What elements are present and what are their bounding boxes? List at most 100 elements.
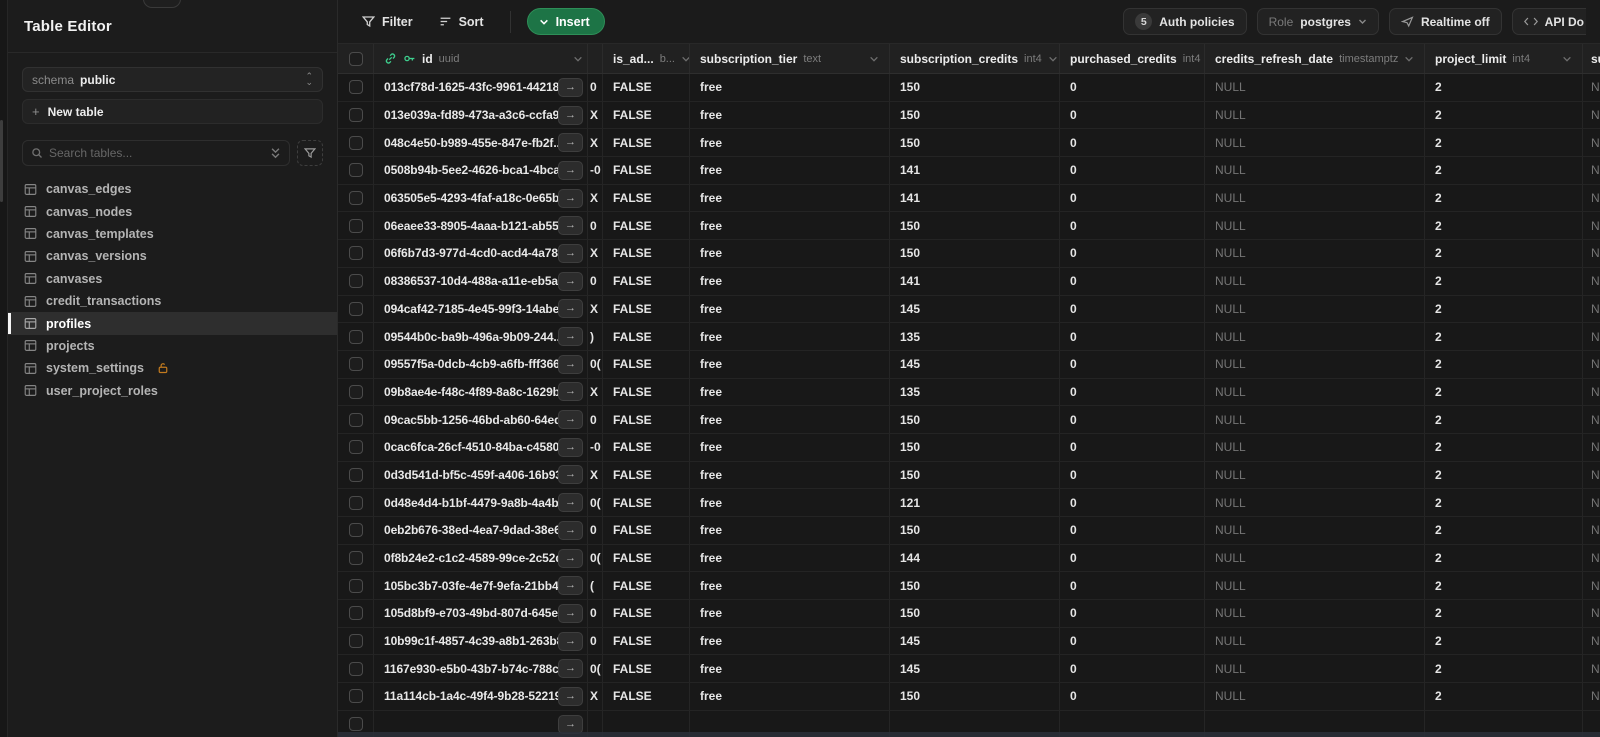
is-admin-cell[interactable]: FALSE [603, 129, 690, 157]
purchased-credits-cell[interactable]: 0 [1060, 184, 1205, 212]
clipped-cell[interactable]: X [588, 378, 603, 406]
expand-row-button[interactable]: → [558, 493, 583, 513]
select-all-checkbox[interactable] [348, 51, 363, 66]
is-admin-cell[interactable]: FALSE [603, 295, 690, 323]
purchased-credits-cell[interactable]: 0 [1060, 129, 1205, 157]
clipped-right-cell[interactable]: NU [1583, 296, 1600, 323]
clipped-right-cell[interactable]: NU [1583, 212, 1600, 239]
chevron-down-icon[interactable] [573, 54, 583, 64]
is-admin-cell[interactable]: FALSE [603, 240, 690, 267]
subscription-tier-cell[interactable]: free [690, 433, 890, 461]
clipped-cell[interactable]: 0 [588, 212, 603, 240]
expand-row-button[interactable]: → [558, 77, 583, 97]
subscription-tier-cell[interactable]: free [690, 74, 890, 101]
clipped-right-cell[interactable]: NU [1583, 157, 1600, 184]
purchased-credits-cell[interactable]: 0 [1060, 378, 1205, 406]
credits-refresh-date-cell[interactable]: NULL [1205, 323, 1425, 350]
subscription-tier-cell[interactable]: free [690, 129, 890, 157]
subscription-credits-cell[interactable]: 121 [890, 489, 1060, 516]
subscription-tier-cell[interactable]: free [690, 295, 890, 323]
credits-refresh-date-cell[interactable]: NULL [1205, 655, 1425, 683]
project-limit-cell[interactable]: 2 [1425, 350, 1583, 378]
project-limit-cell[interactable]: 2 [1425, 323, 1583, 350]
is-admin-cell[interactable]: FALSE [603, 378, 690, 406]
row-checkbox[interactable] [348, 329, 363, 344]
project-limit-cell[interactable]: 2 [1425, 544, 1583, 572]
project-limit-cell[interactable]: 2 [1425, 655, 1583, 683]
sidebar-table-item[interactable]: credit_transactions [8, 290, 337, 312]
credits-refresh-date-cell[interactable]: NULL [1205, 600, 1425, 627]
credits-refresh-date-cell[interactable]: NULL [1205, 184, 1425, 212]
subscription-credits-cell[interactable]: 150 [890, 129, 1060, 157]
is-admin-cell[interactable]: FALSE [603, 572, 690, 600]
subscription-credits-cell[interactable]: 150 [890, 74, 1060, 101]
row-checkbox[interactable] [348, 578, 363, 593]
row-checkbox[interactable] [348, 384, 363, 399]
row-checkbox[interactable] [348, 412, 363, 427]
expand-row-button[interactable]: → [558, 299, 583, 319]
expand-row-button[interactable]: → [558, 354, 583, 374]
clipped-cell[interactable]: 0 [588, 406, 603, 433]
subscription-tier-cell[interactable]: free [690, 350, 890, 378]
credits-refresh-date-cell[interactable]: NULL [1205, 683, 1425, 710]
id-cell[interactable]: 0cac6fca-26cf-4510-84ba-c4580... → [374, 433, 588, 461]
id-cell[interactable]: 08386537-10d4-488a-a11e-eb5a6... → [374, 267, 588, 295]
credits-refresh-date-cell[interactable]: NULL [1205, 267, 1425, 295]
column-header-subscription-tier[interactable]: subscription_tier text [690, 44, 890, 73]
column-header-project-limit[interactable]: project_limit int4 [1425, 44, 1583, 73]
is-admin-cell[interactable]: FALSE [603, 74, 690, 101]
project-limit-cell[interactable]: 2 [1425, 267, 1583, 295]
id-cell[interactable]: 10b99c1f-4857-4c39-a8b1-263b8... → [374, 627, 588, 655]
column-header-id[interactable]: id uuid [374, 44, 588, 73]
subscription-credits-cell[interactable]: 135 [890, 378, 1060, 406]
subscription-credits-cell[interactable]: 141 [890, 157, 1060, 184]
purchased-credits-cell[interactable]: 0 [1060, 461, 1205, 489]
id-cell[interactable]: 105bc3b7-03fe-4e7f-9efa-21bb40... → [374, 572, 588, 600]
subscription-credits-cell[interactable]: 150 [890, 433, 1060, 461]
expand-row-button[interactable]: → [558, 686, 583, 706]
project-limit-cell[interactable]: 2 [1425, 101, 1583, 129]
column-header-clipped-right[interactable]: su [1583, 44, 1600, 73]
row-checkbox[interactable] [348, 523, 363, 538]
purchased-credits-cell[interactable]: 0 [1060, 433, 1205, 461]
purchased-credits-cell[interactable]: 0 [1060, 655, 1205, 683]
expand-row-button[interactable]: → [558, 133, 583, 153]
auth-policies-button[interactable]: 5 Auth policies [1123, 8, 1247, 35]
project-limit-cell[interactable]: 2 [1425, 572, 1583, 600]
is-admin-cell[interactable]: FALSE [603, 600, 690, 627]
expand-row-button[interactable]: → [558, 603, 583, 623]
id-cell[interactable]: 0d48e4d4-b1bf-4479-9a8b-4a4b... → [374, 489, 588, 516]
project-limit-cell[interactable]: 2 [1425, 295, 1583, 323]
clipped-cell[interactable]: X [588, 295, 603, 323]
row-checkbox[interactable] [348, 218, 363, 233]
id-cell[interactable]: 0508b94b-5ee2-4626-bca1-4bca... → [374, 157, 588, 184]
row-checkbox[interactable] [348, 606, 363, 621]
is-admin-cell[interactable]: FALSE [603, 627, 690, 655]
project-limit-cell[interactable]: 2 [1425, 74, 1583, 101]
clipped-right-cell[interactable]: NU [1583, 655, 1600, 682]
row-checkbox[interactable] [348, 135, 363, 150]
credits-refresh-date-cell[interactable]: NULL [1205, 157, 1425, 184]
subscription-credits-cell[interactable]: 141 [890, 267, 1060, 295]
column-header-subscription-credits[interactable]: subscription_credits int4 [890, 44, 1060, 73]
id-cell[interactable]: 105d8bf9-e703-49bd-807d-645e... → [374, 600, 588, 627]
id-cell[interactable]: 11a114cb-1a4c-49f4-9b28-52219ec... → [374, 683, 588, 710]
row-checkbox[interactable] [348, 717, 363, 732]
project-limit-cell[interactable]: 2 [1425, 600, 1583, 627]
schema-select[interactable]: schema public ⌃ ⌄ [22, 67, 323, 92]
sidebar-table-item[interactable]: profiles [8, 312, 337, 335]
clipped-cell[interactable]: 0 [588, 600, 603, 627]
clipped-right-cell[interactable]: NU [1583, 683, 1600, 710]
purchased-credits-cell[interactable]: 0 [1060, 489, 1205, 516]
expand-row-button[interactable]: → [558, 520, 583, 540]
id-cell[interactable]: 09cac5bb-1256-46bd-ab60-64ed... → [374, 406, 588, 433]
sidebar-table-item[interactable]: canvas_edges [8, 178, 337, 200]
column-header-clipped[interactable] [588, 44, 603, 73]
clipped-right-cell[interactable]: NU [1583, 351, 1600, 378]
row-checkbox[interactable] [348, 467, 363, 482]
clipped-cell[interactable]: 0 [588, 74, 603, 101]
clipped-cell[interactable]: 0 [588, 267, 603, 295]
id-cell[interactable]: 06eaee33-8905-4aaa-b121-ab552... → [374, 212, 588, 240]
chevron-down-icon[interactable] [869, 54, 879, 64]
sidebar-table-item[interactable]: canvas_templates [8, 223, 337, 245]
